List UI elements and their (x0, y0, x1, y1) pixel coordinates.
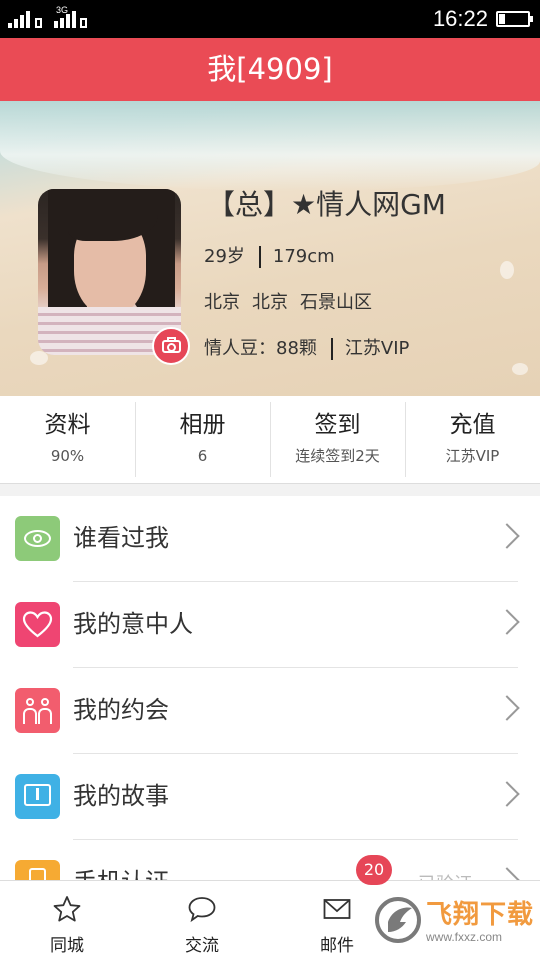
profile-location: 北京 北京 石景山区 (204, 288, 372, 314)
tab-chat[interactable]: 交流 (152, 881, 252, 960)
menu-item-dates[interactable]: 我的约会 (0, 668, 540, 754)
menu-item-stories[interactable]: 我的故事 (0, 754, 540, 840)
stats-bar: 资料 90% 相册 6 签到 连续签到2天 充值 江苏VIP (0, 396, 540, 484)
stat-value: 6 (197, 447, 208, 465)
watermark-logo-icon (375, 897, 421, 943)
menu-item-label: 谁看过我 (73, 524, 169, 552)
pebble-decoration (512, 363, 528, 375)
stat-label: 充值 (449, 412, 496, 438)
menu-item-status: 已验证 (418, 870, 472, 880)
menu-item-label: 我的意中人 (73, 610, 193, 638)
signal-strength-icon (8, 10, 44, 28)
stat-value: 连续签到2天 (295, 447, 380, 465)
watermark-title: 飞翔下载 (426, 900, 535, 930)
title-bar: 我[4909] (0, 38, 540, 101)
app-root: 3G 16:22 我[4909] 【总】★情人网GM 29岁 179cm 北京 … (0, 0, 540, 960)
chevron-right-icon (494, 695, 520, 721)
profile-header: 【总】★情人网GM 29岁 179cm 北京 北京 石景山区 情人豆：88颗 江苏VIP (0, 101, 540, 396)
chevron-right-icon (494, 781, 520, 807)
profile-age: 29岁 (204, 246, 245, 267)
profile-city: 北京 (252, 292, 288, 313)
profile-province: 北京 (204, 292, 240, 313)
menu-list: 谁看过我 我的意中人 我的约会 我的故事 (0, 496, 540, 880)
tab-label: 交流 (185, 936, 219, 956)
heart-icon (15, 602, 60, 647)
story-icon (15, 774, 60, 819)
profile-beans: 情人豆：88颗 (204, 338, 317, 359)
mail-icon (323, 899, 351, 919)
stat-value: 江苏VIP (445, 447, 500, 465)
status-bar: 3G 16:22 (0, 0, 540, 38)
menu-item-phone-verify[interactable]: 手机认证 已验证 (0, 840, 540, 880)
menu-item-crushes[interactable]: 我的意中人 (0, 582, 540, 668)
stat-label: 签到 (314, 412, 361, 438)
tab-local[interactable]: 同城 (17, 881, 117, 960)
chevron-right-icon (494, 523, 520, 549)
profile-height: 179cm (272, 246, 335, 267)
stat-checkin[interactable]: 签到 连续签到2天 (270, 396, 405, 483)
stat-album[interactable]: 相册 6 (135, 396, 270, 483)
signal-strength-3g-icon: 3G (50, 6, 90, 28)
menu-item-label: 我的约会 (73, 696, 169, 724)
camera-icon[interactable] (152, 327, 190, 365)
chevron-right-icon (494, 867, 520, 880)
tab-label: 同城 (50, 936, 84, 956)
stat-value: 90% (50, 447, 85, 465)
profile-district: 石景山区 (300, 292, 372, 313)
pebble-decoration (500, 261, 514, 279)
stat-recharge[interactable]: 充值 江苏VIP (405, 396, 540, 483)
menu-item-label: 手机认证 (73, 864, 169, 880)
menu-item-visitors[interactable]: 谁看过我 (0, 496, 540, 582)
battery-icon (496, 11, 533, 27)
eye-icon (15, 516, 60, 561)
divider (258, 246, 261, 268)
page-title: 我[4909] (207, 52, 333, 86)
menu-item-label: 我的故事 (73, 782, 169, 810)
stat-profile[interactable]: 资料 90% (0, 396, 135, 483)
chevron-right-icon (494, 609, 520, 635)
status-time: 16:22 (432, 6, 488, 31)
divider (330, 338, 333, 360)
stat-label: 相册 (179, 412, 226, 438)
watermark-url: www.fxxz.com (426, 930, 503, 944)
chat-bubble-icon (188, 897, 216, 923)
stat-label: 资料 (44, 412, 91, 438)
mail-unread-badge: 20 (356, 855, 392, 885)
profile-beans-vip: 情人豆：88颗 江苏VIP (204, 334, 409, 360)
beach-wave-background (0, 101, 540, 191)
star-icon (53, 896, 81, 922)
profile-vip: 江苏VIP (344, 338, 410, 359)
watermark: 飞翔下载 www.fxxz.com (372, 890, 534, 952)
couple-icon (15, 688, 60, 733)
phone-icon (15, 860, 60, 880)
profile-name: 【总】★情人网GM (207, 188, 446, 221)
profile-age-height: 29岁 179cm (204, 242, 335, 268)
